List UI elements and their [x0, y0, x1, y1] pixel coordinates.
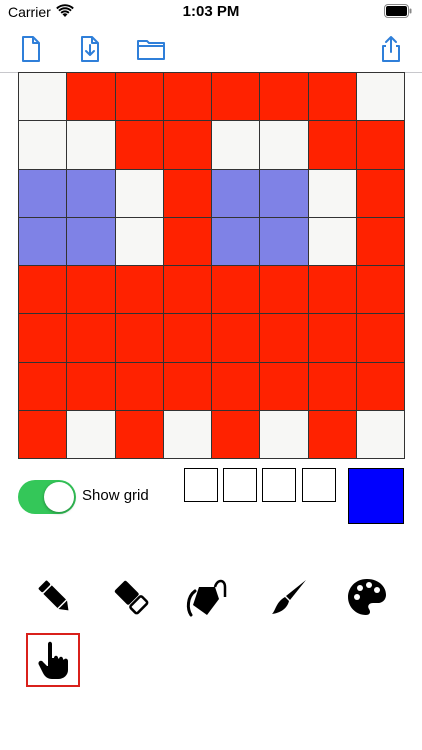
pixel-cell[interactable]	[259, 120, 309, 170]
pixel-cell[interactable]	[18, 216, 68, 266]
pixel-cell[interactable]	[66, 216, 116, 266]
pixel-cell[interactable]	[18, 168, 68, 218]
pixel-cell[interactable]	[307, 216, 357, 266]
share-icon[interactable]	[376, 34, 406, 64]
pixel-cell[interactable]	[211, 72, 261, 122]
pixel-cell[interactable]	[307, 168, 357, 218]
pixel-cell[interactable]	[355, 409, 405, 459]
toggle-knob	[44, 482, 74, 512]
pixel-cell[interactable]	[162, 409, 212, 459]
eraser-icon[interactable]	[104, 570, 158, 624]
status-time: 1:03 PM	[182, 3, 240, 20]
pixel-cell[interactable]	[162, 120, 212, 170]
pixel-cell[interactable]	[18, 313, 68, 363]
pixel-cell[interactable]	[66, 168, 116, 218]
pixel-cell[interactable]	[307, 409, 357, 459]
pixel-cell[interactable]	[211, 361, 261, 411]
pixel-canvas[interactable]	[18, 72, 405, 459]
status-bar: Carrier 1:03 PM	[0, 0, 422, 26]
pixel-cell[interactable]	[211, 409, 261, 459]
pixel-cell[interactable]	[259, 409, 309, 459]
pixel-cell[interactable]	[18, 265, 68, 315]
pixel-cell[interactable]	[66, 72, 116, 122]
pixel-cell[interactable]	[307, 72, 357, 122]
pixel-cell[interactable]	[114, 409, 164, 459]
pencil-icon[interactable]	[28, 570, 82, 624]
pixel-cell[interactable]	[114, 265, 164, 315]
pixel-cell[interactable]	[307, 265, 357, 315]
pixel-cell[interactable]	[114, 216, 164, 266]
recent-color-swatch[interactable]	[184, 468, 218, 502]
pixel-cell[interactable]	[18, 409, 68, 459]
save-document-icon[interactable]	[75, 34, 105, 64]
open-folder-icon[interactable]	[136, 34, 166, 64]
pixel-cell[interactable]	[18, 120, 68, 170]
recent-color-swatch[interactable]	[223, 468, 257, 502]
palette-icon[interactable]	[340, 570, 394, 624]
pixel-cell[interactable]	[66, 361, 116, 411]
pixel-cell[interactable]	[162, 313, 212, 363]
pixel-cell[interactable]	[355, 313, 405, 363]
show-grid-toggle[interactable]	[18, 480, 76, 514]
pixel-cell[interactable]	[66, 313, 116, 363]
pixel-cell[interactable]	[66, 265, 116, 315]
pixel-cell[interactable]	[355, 72, 405, 122]
pixel-cell[interactable]	[355, 216, 405, 266]
recent-color-swatch[interactable]	[302, 468, 336, 502]
pixel-cell[interactable]	[355, 265, 405, 315]
new-document-icon[interactable]	[16, 34, 46, 64]
current-color-swatch[interactable]	[348, 468, 404, 524]
controls-row: Show grid	[0, 460, 422, 540]
pixel-cell[interactable]	[259, 361, 309, 411]
pixel-cell[interactable]	[162, 361, 212, 411]
pixel-cell[interactable]	[307, 361, 357, 411]
pixel-cell[interactable]	[211, 216, 261, 266]
show-grid-label: Show grid	[82, 487, 149, 504]
pixel-cell[interactable]	[211, 120, 261, 170]
recent-color-swatch[interactable]	[262, 468, 296, 502]
pixel-cell[interactable]	[114, 361, 164, 411]
brush-icon[interactable]	[262, 570, 316, 624]
pixel-cell[interactable]	[114, 168, 164, 218]
pixel-cell[interactable]	[211, 313, 261, 363]
paint-bucket-icon[interactable]	[180, 570, 234, 624]
pixel-cell[interactable]	[114, 120, 164, 170]
pixel-cell[interactable]	[211, 168, 261, 218]
pixel-cell[interactable]	[18, 361, 68, 411]
pixel-cell[interactable]	[18, 72, 68, 122]
pixel-cell[interactable]	[162, 216, 212, 266]
pixel-cell[interactable]	[162, 72, 212, 122]
pixel-cell[interactable]	[162, 265, 212, 315]
pixel-cell[interactable]	[259, 168, 309, 218]
hand-pointer-icon[interactable]	[26, 633, 80, 687]
pixel-cell[interactable]	[114, 313, 164, 363]
pixel-cell[interactable]	[259, 313, 309, 363]
pixel-cell[interactable]	[162, 168, 212, 218]
pixel-cell[interactable]	[66, 409, 116, 459]
pixel-cell[interactable]	[259, 216, 309, 266]
pixel-cell[interactable]	[114, 72, 164, 122]
tool-palette	[0, 570, 422, 700]
battery-icon	[384, 4, 412, 23]
pixel-cell[interactable]	[259, 265, 309, 315]
pixel-cell[interactable]	[211, 265, 261, 315]
top-toolbar	[0, 26, 422, 72]
pixel-cell[interactable]	[259, 72, 309, 122]
pixel-cell[interactable]	[307, 313, 357, 363]
pixel-cell[interactable]	[307, 120, 357, 170]
pixel-cell[interactable]	[66, 120, 116, 170]
pixel-cell[interactable]	[355, 361, 405, 411]
pixel-cell[interactable]	[355, 120, 405, 170]
pixel-cell[interactable]	[355, 168, 405, 218]
